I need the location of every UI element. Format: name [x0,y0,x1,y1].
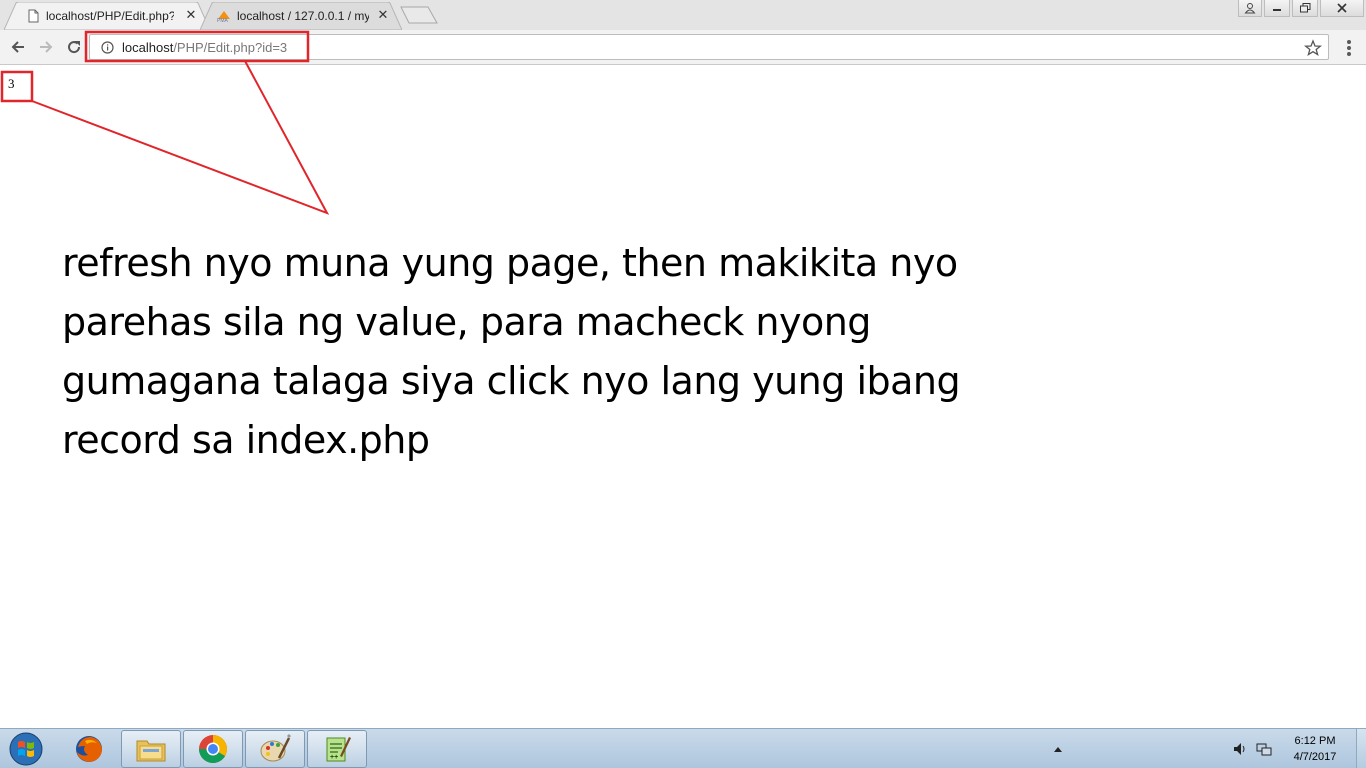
url-path: /PHP/Edit.php?id=3 [173,40,288,55]
menu-dot [1347,46,1351,50]
new-tab-button[interactable] [400,6,438,24]
back-button[interactable] [8,37,28,57]
address-bar[interactable]: localhost/PHP/Edit.php?id=3 [89,34,1329,60]
start-button[interactable] [3,730,49,768]
close-window-button[interactable] [1320,0,1364,17]
network-icon[interactable] [1256,741,1272,762]
note-line: refresh nyo muna yung page, then makikit… [62,241,958,285]
chrome-icon [199,735,227,763]
minimize-button[interactable] [1264,0,1290,17]
forward-arrow-icon [40,41,53,53]
bookmark-star-icon[interactable] [1304,39,1322,57]
show-desktop-button[interactable] [1356,729,1366,768]
window-controls [1264,0,1364,20]
tray-expand-icon[interactable] [1050,741,1066,757]
chrome-menu-button[interactable] [1342,38,1356,58]
tab-close-icon[interactable]: ✕ [184,8,198,22]
taskbar-clock[interactable]: 6:12 PM 4/7/2017 [1280,733,1350,765]
page-content: 3 refresh nyo muna yung page, then makik… [0,66,1366,728]
reload-icon [68,41,81,54]
note-line: record sa index.php [62,418,430,462]
firefox-icon [76,736,102,762]
reload-button[interactable] [64,37,84,57]
tab-phpmyadmin[interactable]: PMA localhost / 127.0.0.1 / my ✕ [200,2,402,30]
minimize-icon [1273,9,1281,11]
forward-button[interactable] [36,37,56,57]
annotation-note: refresh nyo muna yung page, then makikit… [62,234,1022,470]
note-line: gumagana talaga siya click nyo lang yung… [62,359,961,403]
back-arrow-icon [11,41,24,53]
url-host: localhost [122,40,174,55]
user-icon [1244,3,1256,14]
file-explorer-icon [136,740,166,762]
clock-time: 6:12 PM [1294,735,1336,747]
taskbar-paint[interactable] [245,730,305,768]
svg-text:++: ++ [330,754,338,761]
taskbar-firefox[interactable] [59,730,119,768]
volume-icon[interactable] [1232,741,1248,762]
tab-title: localhost/PHP/Edit.php?i [46,9,174,23]
taskbar-notepad-plus-plus[interactable]: ++ [307,730,367,768]
windows-logo-icon [9,732,43,766]
paint-icon [260,734,291,762]
info-icon[interactable] [101,41,114,54]
note-line: parehas sila ng value, para macheck nyon… [62,300,871,344]
echoed-id-value: 3 [8,76,15,91]
svg-text:PMA: PMA [217,18,229,23]
tab-edit-php[interactable]: localhost/PHP/Edit.php?i ✕ [4,2,210,30]
tab-title: localhost / 127.0.0.1 / my [237,9,369,23]
taskbar-file-explorer[interactable] [121,730,181,768]
page-icon [26,9,40,23]
windows-taskbar: ++ 6:12 PM 4/7/2017 [0,728,1366,768]
tab-strip: localhost/PHP/Edit.php?i ✕ PMA localhost… [0,0,1366,30]
close-icon [1337,3,1347,13]
clock-date: 4/7/2017 [1293,751,1337,763]
taskbar-chrome[interactable] [183,730,243,768]
menu-dot [1347,52,1351,56]
restore-icon [1299,3,1310,13]
menu-dot [1347,40,1351,44]
browser-toolbar: localhost/PHP/Edit.php?id=3 [0,30,1366,65]
screen: localhost/PHP/Edit.php?i ✕ PMA localhost… [0,0,1366,768]
tab-close-icon[interactable]: ✕ [376,8,390,22]
profile-button[interactable] [1238,0,1262,17]
restore-button[interactable] [1292,0,1318,17]
url-text[interactable]: localhost/PHP/Edit.php?id=3 [122,40,287,55]
phpmyadmin-icon: PMA [216,9,230,24]
notepad-plus-plus-icon: ++ [326,737,351,762]
